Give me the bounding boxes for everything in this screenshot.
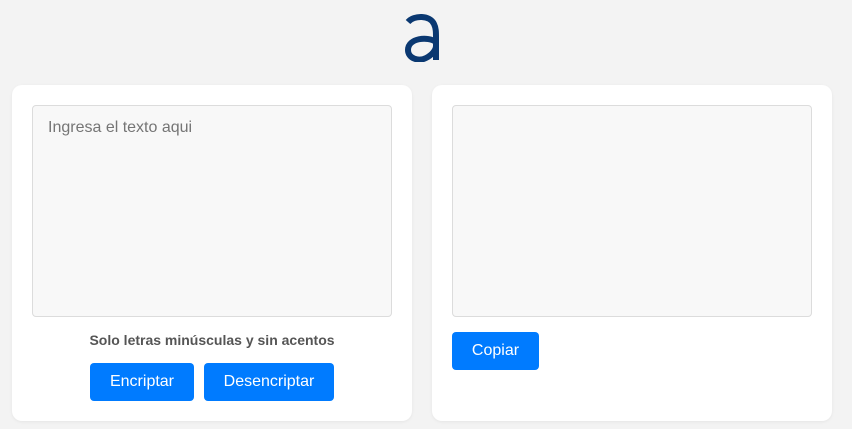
encrypt-button[interactable]: Encriptar <box>90 363 194 401</box>
input-textarea[interactable] <box>32 105 392 317</box>
logo-icon <box>404 14 439 62</box>
output-textarea[interactable] <box>452 105 812 317</box>
output-card: Copiar <box>432 85 832 421</box>
decrypt-button[interactable]: Desencriptar <box>204 363 334 401</box>
copy-button[interactable]: Copiar <box>452 332 539 370</box>
input-card: Solo letras minúsculas y sin acentos Enc… <box>12 85 412 421</box>
input-hint: Solo letras minúsculas y sin acentos <box>89 332 335 348</box>
